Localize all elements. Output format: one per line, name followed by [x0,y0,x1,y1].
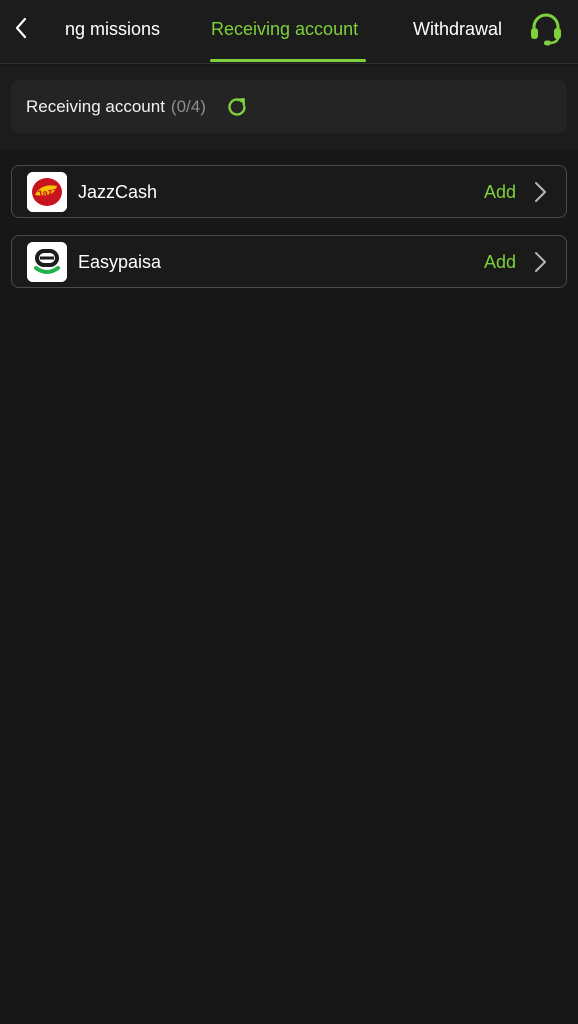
summary-label: Receiving account [26,97,165,116]
method-name: Easypaisa [78,252,162,272]
method-name: JazzCash [78,182,158,202]
jazzcash-row[interactable]: Jazz JazzCash Add [11,165,567,218]
tab-receiving-account[interactable]: Receiving account [211,0,358,64]
headset-icon [531,13,561,46]
easypaisa-logo [27,242,67,282]
tab-missions[interactable]: ng missions [65,0,160,64]
easypaisa-row[interactable]: Easypaisa Add [11,235,567,288]
active-tab-indicator [210,59,366,62]
refresh-button[interactable] [225,95,249,119]
jazzcash-logo: Jazz [27,172,67,212]
add-jazzcash-link[interactable]: Add [484,182,516,203]
tab-withdrawal[interactable]: Withdrawal [413,0,502,64]
chevron-right-icon [535,252,546,272]
customer-support-button[interactable] [528,12,564,46]
tab-strip: ng missions Receiving account Withdrawal [0,0,578,64]
account-count: (0/4) [170,97,206,116]
add-easypaisa-link[interactable]: Add [484,252,516,273]
refresh-icon [228,98,246,116]
summary-title: Receiving account (0/4) [26,97,206,117]
top-nav-bar: ng missions Receiving account Withdrawal [0,0,578,64]
chevron-right-icon [535,182,546,202]
